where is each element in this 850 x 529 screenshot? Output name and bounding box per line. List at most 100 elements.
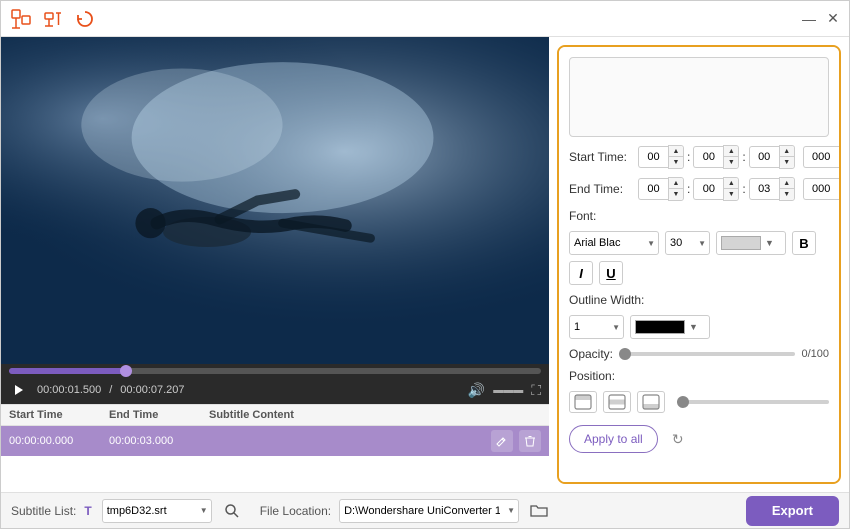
start-hour[interactable] <box>638 146 668 168</box>
subtitle-file-select[interactable]: tmp6D32.srt <box>102 499 212 523</box>
opacity-row: Opacity: 0/100 <box>569 347 829 361</box>
start-sec[interactable] <box>749 146 779 168</box>
outline-width-select[interactable]: 1 <box>569 315 624 339</box>
end-hour[interactable] <box>638 178 668 200</box>
subtitle-row[interactable]: 00:00:00.000 00:00:03.000 <box>1 426 549 456</box>
outline-label: Outline Width: <box>569 293 829 307</box>
font-color-swatch <box>721 236 761 250</box>
controls-left: 00:00:01.500 / 00:00:07.207 <box>9 380 185 400</box>
position-top-btn[interactable] <box>569 391 597 413</box>
font-family-select[interactable]: Arial Blac <box>569 231 659 255</box>
bottom-bar: Subtitle List: T tmp6D32.srt ▼ File Loca… <box>1 492 849 528</box>
outline-color-picker[interactable]: ▼ <box>630 315 710 339</box>
end-sec[interactable] <box>749 178 779 200</box>
minimize-button[interactable]: — <box>801 11 817 27</box>
right-panel: Start Time: ▲ ▼ : ▲ ▼ <box>557 45 841 484</box>
start-sec-down[interactable]: ▼ <box>780 157 794 168</box>
apply-row: Apply to all ↻ <box>569 425 829 453</box>
file-path-wrapper: D:\Wondershare UniConverter 13\SubEdite.… <box>339 499 519 523</box>
bold-button[interactable]: B <box>792 231 816 255</box>
start-min[interactable] <box>693 146 723 168</box>
folder-button[interactable] <box>527 499 551 523</box>
title-bar-left <box>9 7 97 31</box>
end-time-inputs: ▲ ▼ : ▲ ▼ : <box>638 177 841 201</box>
outline-width-wrapper: 1 ▼ <box>569 315 624 339</box>
font-color-picker[interactable]: ▼ <box>716 231 786 255</box>
end-min-down[interactable]: ▼ <box>724 189 738 200</box>
subtitle-file-wrapper: tmp6D32.srt ▼ <box>102 499 212 523</box>
start-ms-up[interactable]: ▲ <box>840 146 841 157</box>
position-bot-btn[interactable] <box>637 391 665 413</box>
underline-button[interactable]: U <box>599 261 623 285</box>
start-min-up[interactable]: ▲ <box>724 146 738 157</box>
subtitle-start: 00:00:00.000 <box>9 435 109 447</box>
start-sec-up[interactable]: ▲ <box>780 146 794 157</box>
position-slider[interactable] <box>677 400 829 404</box>
apply-to-all-button[interactable]: Apply to all <box>569 425 658 453</box>
subtitle-row-actions <box>491 430 541 452</box>
fullscreen-icon[interactable]: ⛶ <box>531 382 541 399</box>
search-button[interactable] <box>220 499 244 523</box>
progress-bar[interactable] <box>9 368 541 374</box>
toolbar-icon-3[interactable] <box>73 7 97 31</box>
end-ms[interactable] <box>803 178 839 200</box>
export-button[interactable]: Export <box>746 496 839 526</box>
volume-icon[interactable]: 🔊 <box>468 382 485 399</box>
start-min-down[interactable]: ▼ <box>724 157 738 168</box>
start-time-row: Start Time: ▲ ▼ : ▲ ▼ <box>569 145 829 169</box>
toolbar-icon-2[interactable] <box>41 7 65 31</box>
font-section: Font: Arial Blac ▼ 30 ▼ <box>569 209 829 285</box>
subtitle-list-label: Subtitle List: <box>11 504 76 518</box>
font-size-select[interactable]: 30 <box>665 231 710 255</box>
end-min-up[interactable]: ▲ <box>724 178 738 189</box>
time-display: 00:00:01.500 <box>37 384 101 396</box>
app-window: — ✕ <box>0 0 850 529</box>
file-path-select[interactable]: D:\Wondershare UniConverter 13\SubEdite.… <box>339 499 519 523</box>
end-sec-down[interactable]: ▼ <box>780 189 794 200</box>
start-hour-up[interactable]: ▲ <box>669 146 683 157</box>
title-bar: — ✕ <box>1 1 849 37</box>
subtitle-text-input[interactable] <box>569 57 829 137</box>
progress-thumb <box>120 365 132 377</box>
subtitle-list-header: Start Time End Time Subtitle Content <box>1 405 549 426</box>
start-ms-down[interactable]: ▼ <box>840 157 841 168</box>
end-time-label: End Time: <box>569 182 634 196</box>
subtitle-edit-btn[interactable] <box>491 430 513 452</box>
subtitle-delete-btn[interactable] <box>519 430 541 452</box>
start-time-inputs: ▲ ▼ : ▲ ▼ : <box>638 145 841 169</box>
end-hour-down[interactable]: ▼ <box>669 189 683 200</box>
end-ms-up[interactable]: ▲ <box>840 178 841 189</box>
end-sec-up[interactable]: ▲ <box>780 178 794 189</box>
start-time-label: Start Time: <box>569 150 634 164</box>
color-arrow: ▼ <box>765 238 774 248</box>
end-hour-up[interactable]: ▲ <box>669 178 683 189</box>
controls-row: 00:00:01.500 / 00:00:07.207 🔊 ▬▬▬ ⛶ <box>9 380 541 400</box>
outline-row: 1 ▼ ▼ <box>569 315 829 339</box>
close-button[interactable]: ✕ <box>825 11 841 27</box>
start-ms[interactable] <box>803 146 839 168</box>
toolbar-icon-1[interactable] <box>9 7 33 31</box>
video-area <box>1 37 549 364</box>
total-time: 00:00:07.207 <box>120 384 184 396</box>
font-label: Font: <box>569 209 829 223</box>
start-hour-down[interactable]: ▼ <box>669 157 683 168</box>
refresh-button[interactable]: ↻ <box>666 427 690 451</box>
opacity-slider[interactable] <box>619 352 795 356</box>
col-start-time: Start Time <box>9 409 109 421</box>
outline-section: Outline Width: 1 ▼ ▼ <box>569 293 829 339</box>
font-row: Arial Blac ▼ 30 ▼ ▼ <box>569 231 829 285</box>
end-min[interactable] <box>693 178 723 200</box>
video-controls: 00:00:01.500 / 00:00:07.207 🔊 ▬▬▬ ⛶ <box>1 364 549 404</box>
italic-button[interactable]: I <box>569 261 593 285</box>
volume-slider-area[interactable]: ▬▬▬ <box>493 385 523 396</box>
font-color-wrapper: ▼ <box>716 231 786 255</box>
play-button[interactable] <box>9 380 29 400</box>
title-bar-right: — ✕ <box>801 11 841 27</box>
outline-color-swatch <box>635 320 685 334</box>
left-panel: 00:00:01.500 / 00:00:07.207 🔊 ▬▬▬ ⛶ Star… <box>1 37 549 492</box>
end-ms-down[interactable]: ▼ <box>840 189 841 200</box>
position-mid-btn[interactable] <box>603 391 631 413</box>
controls-right: 🔊 ▬▬▬ ⛶ <box>468 382 541 399</box>
subtitle-file-icon: T <box>84 504 91 518</box>
col-content: Subtitle Content <box>209 409 294 421</box>
